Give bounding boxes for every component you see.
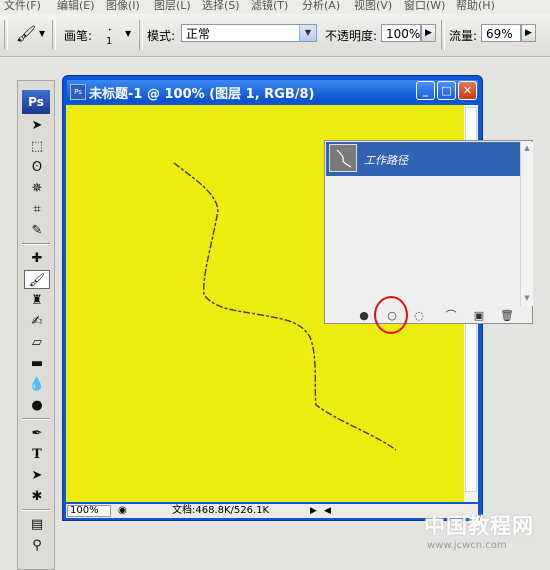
opacity-slider-arrow-icon[interactable]: ▶ [421,24,436,42]
brush-label: 画笔: [64,29,93,43]
menu-help[interactable]: 帮助(H) [456,0,495,13]
slice-icon[interactable]: ✎ [24,221,50,240]
paths-panel: 工作路径 ▲ ▼ ● ○ ◌ ⌒ ▣ 🗑 [324,140,533,324]
notes-icon[interactable]: ▤ [24,515,50,534]
ps-document-icon: Ps [70,84,86,100]
watermark-url: www.jcwcn.com [427,540,507,551]
options-bar: 🖌 ▼ 画笔: 1 • ▼ 模式: 正常 ▼ 不透明度: 100% ▶ 流量: … [0,14,550,57]
make-work-path-icon[interactable]: ⌒ [440,309,462,323]
eyedropper-icon[interactable]: ⚲ [24,536,50,555]
custom-shape-icon[interactable]: ✱ [24,487,50,506]
type-icon[interactable]: T [24,445,50,464]
flow-value: 69% [486,27,513,41]
path-name: 工作路径 [364,154,408,167]
new-path-icon[interactable]: ▣ [472,309,486,323]
load-selection-icon[interactable]: ◌ [412,309,426,323]
chevron-down-icon[interactable]: ▼ [299,25,316,41]
magic-wand-icon[interactable]: ✵ [24,179,50,198]
maximize-icon[interactable]: □ [437,81,456,100]
menu-layer[interactable]: 图层(L) [154,0,191,13]
watermark-text: 中国教程网 [424,514,534,538]
flow-input[interactable]: 69% [481,24,521,42]
separator [22,243,50,245]
mode-select[interactable]: 正常 ▼ [181,24,317,42]
marquee-icon[interactable]: ⬚ [24,137,50,156]
dodge-icon[interactable]: ● [24,396,50,415]
menu-edit[interactable]: 编辑(E) [57,0,95,13]
menu-analysis[interactable]: 分析(A) [302,0,340,13]
fill-path-icon[interactable]: ● [357,309,371,323]
brush-dot-icon: • [108,27,112,34]
brush-icon[interactable]: 🖌 [24,270,50,289]
scroll-down-icon[interactable]: ▼ [521,292,533,304]
clone-stamp-icon[interactable]: ♜ [24,291,50,310]
delete-path-icon[interactable]: 🗑 [500,309,514,323]
lasso-icon[interactable]: ʘ [24,158,50,177]
menu-bar: 文件(F) 编辑(E) 图像(I) 图层(L) 选择(S) 滤镜(T) 分析(A… [0,0,550,14]
panel-scrollbar[interactable]: ▲ ▼ [520,142,533,306]
highlight-circle [374,296,408,334]
preset-dropdown-icon[interactable]: ▼ [39,29,45,38]
mode-value: 正常 [186,27,211,41]
menu-window[interactable]: 窗口(W) [404,0,445,13]
document-title: 未标题-1 @ 100% (图层 1, RGB/8) [89,87,315,102]
scroll-up-icon[interactable]: ▲ [521,142,533,154]
grip-separator [4,20,8,50]
healing-brush-icon[interactable]: ✚ [24,249,50,268]
eraser-icon[interactable]: ▱ [24,333,50,352]
separator [22,418,50,420]
ps-logo[interactable]: Ps [22,90,50,114]
brush-dropdown-icon[interactable]: ▼ [125,29,131,38]
watermark: 中国教程网 www.jcwcn.com [424,510,544,551]
path-thumbnail [329,144,357,172]
doc-info: 文档:468.8K/526.1K [172,505,270,516]
status-menu-icon[interactable]: ◉ [118,504,127,518]
brush-size-value[interactable]: 1 [106,36,112,47]
brush-preset-icon[interactable]: 🖌 [16,24,36,43]
menu-select[interactable]: 选择(S) [202,0,240,13]
path-selection-icon[interactable]: ➤ [24,466,50,485]
panel-footer: ● ○ ◌ ⌒ ▣ 🗑 [326,309,531,323]
separator [139,20,143,50]
status-bar: 100% ◉ 文档:468.8K/526.1K ▶ ◀ [66,504,478,518]
status-arrow-icon[interactable]: ▶ [310,504,317,518]
move-icon[interactable]: ➤ [24,116,50,135]
zoom-field[interactable]: 100% [67,505,111,517]
menu-file[interactable]: 文件(F) [4,0,41,13]
menu-filter[interactable]: 滤镜(T) [251,0,288,13]
flow-label: 流量: [449,29,478,43]
history-brush-icon[interactable]: ✍ [24,312,50,331]
pen-icon[interactable]: ✒ [24,424,50,443]
flow-slider-arrow-icon[interactable]: ▶ [521,24,536,42]
crop-icon[interactable]: ⌗ [24,200,50,219]
document-title-bar[interactable]: Ps 未标题-1 @ 100% (图层 1, RGB/8) _ □ ✕ [67,80,478,102]
gradient-icon[interactable]: ▬ [24,354,50,373]
opacity-input[interactable]: 100% [381,24,421,42]
mode-label: 模式: [147,29,176,43]
hscroll-left-icon[interactable]: ◀ [324,504,331,518]
opacity-value: 100% [386,27,421,41]
opacity-label: 不透明度: [325,29,378,43]
blur-icon[interactable]: 💧 [24,375,50,394]
separator [441,20,445,50]
menu-image[interactable]: 图像(I) [106,0,140,13]
menu-view[interactable]: 视图(V) [354,0,392,13]
separator [52,20,56,50]
path-item[interactable]: 工作路径 [326,142,520,176]
minimize-icon[interactable]: _ [416,81,435,100]
close-icon[interactable]: ✕ [458,81,477,100]
separator [22,509,50,511]
toolbox: Ps ➤ ⬚ ʘ ✵ ⌗ ✎ ✚ 🖌 ♜ ✍ ▱ ▬ 💧 ● ✒ T ➤ ✱ ▤… [17,80,55,570]
